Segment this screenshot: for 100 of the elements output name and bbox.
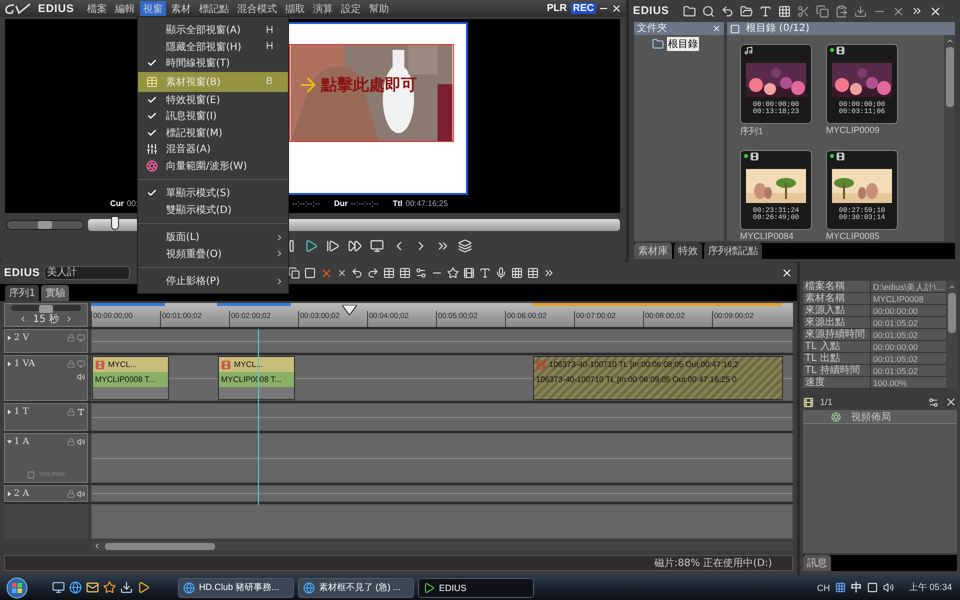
expand-icon[interactable] <box>7 408 12 414</box>
set-in-icon[interactable] <box>383 267 396 279</box>
mode-tab[interactable]: PLR <box>544 3 569 14</box>
lock-icon[interactable] <box>67 360 75 368</box>
menu-item[interactable]: 混音器(A) <box>138 141 288 158</box>
tab[interactable]: 訊息 <box>803 555 831 571</box>
settings-icon[interactable] <box>928 396 939 408</box>
menu-item[interactable]: 幫助 <box>366 0 392 16</box>
desktop-icon[interactable] <box>52 581 65 594</box>
close-icon[interactable] <box>929 4 942 18</box>
volume-icon[interactable] <box>882 582 894 593</box>
taskbar-button[interactable]: HD.Club 豬研事務... <box>178 578 294 598</box>
expand-icon[interactable] <box>7 360 12 366</box>
track-header[interactable]: 2 V <box>4 329 88 353</box>
close-icon[interactable] <box>611 3 622 14</box>
output-icon[interactable] <box>370 239 384 253</box>
menu-item[interactable]: 訊息視窗(I) <box>138 108 288 124</box>
add-icon[interactable] <box>854 4 868 18</box>
track-header[interactable]: 2 A <box>4 485 88 502</box>
speaker-icon[interactable] <box>77 372 85 380</box>
scroll-thumb[interactable] <box>105 542 215 550</box>
playhead-handle[interactable] <box>342 305 357 315</box>
tab[interactable]: 序列標記點 <box>704 243 762 259</box>
media-icon[interactable] <box>137 581 150 594</box>
menu-item[interactable]: 向量範圍/波形(W) <box>138 158 288 174</box>
menu-item[interactable]: 雙顯示模式(D) <box>138 202 288 218</box>
menu-item[interactable]: 標記點 <box>196 0 232 16</box>
fast-forward-icon[interactable] <box>348 239 362 253</box>
copy-icon[interactable] <box>288 267 300 279</box>
scale-control[interactable]: 15 秒 <box>4 303 88 327</box>
mic-icon[interactable] <box>495 267 508 279</box>
speaker-icon[interactable] <box>77 438 85 446</box>
lock-icon[interactable] <box>67 334 75 342</box>
speaker-icon[interactable] <box>77 490 85 498</box>
split-icon[interactable] <box>415 267 428 279</box>
title-icon[interactable] <box>479 267 492 279</box>
scroll-left-icon[interactable] <box>93 542 101 550</box>
menu-item[interactable]: 顯示全部視窗(A) H <box>138 22 288 38</box>
tray-icon[interactable] <box>834 582 846 593</box>
slider-thumb[interactable] <box>110 216 119 230</box>
menu-item[interactable]: 素材 <box>168 0 194 16</box>
tab[interactable]: 特效 <box>674 243 702 259</box>
up-icon[interactable] <box>721 4 734 18</box>
scroll-thumb[interactable] <box>948 293 956 333</box>
menu-item[interactable]: 視頻重疊(O) <box>138 246 288 262</box>
menu-item[interactable]: 編輯 <box>112 0 138 16</box>
mode-tab[interactable]: REC <box>570 3 596 14</box>
close-icon[interactable] <box>781 267 793 279</box>
download-icon[interactable] <box>120 581 133 594</box>
menu-item[interactable]: 標記視窗(M) <box>138 124 288 141</box>
scroll-up-icon[interactable] <box>946 37 954 45</box>
star-icon[interactable] <box>103 581 116 594</box>
video-icon[interactable] <box>77 360 85 368</box>
taskbar-button[interactable]: 素材框不見了 (急) ... <box>298 578 414 598</box>
set-out-icon[interactable] <box>399 267 412 279</box>
title-icon[interactable] <box>77 408 85 416</box>
ime-indicator[interactable]: 中 <box>850 580 862 595</box>
toggle-icon[interactable] <box>27 470 36 478</box>
lock-icon[interactable] <box>67 490 75 498</box>
sync-icon[interactable] <box>463 267 476 279</box>
tab[interactable]: 序列1 <box>5 285 40 301</box>
more-icon[interactable] <box>543 267 556 279</box>
redo-icon[interactable] <box>367 267 380 279</box>
menu-item[interactable]: 隱藏全部視窗(H) H <box>138 38 288 55</box>
play-icon[interactable] <box>304 239 318 253</box>
menu-item[interactable]: 演算 <box>310 0 336 16</box>
menu-item[interactable]: 擷取 <box>282 0 308 16</box>
menu-item[interactable]: 時間線視窗(T) <box>138 55 288 72</box>
cut-icon[interactable] <box>797 4 810 18</box>
scroll-up-icon[interactable] <box>948 283 956 291</box>
language-indicator[interactable]: CH <box>816 582 830 592</box>
search-icon[interactable] <box>702 4 716 18</box>
menu-item[interactable]: 特效視窗(E) <box>138 92 288 108</box>
timeline-clip[interactable]: 106373-40-100710 TL [In:00:06:08;05 Out:00:47:16;2 106373-40-100710 TL [In:00:06:09;05 Out:00:47:16;25 0 <box>533 356 783 400</box>
collapse-icon[interactable] <box>7 438 12 444</box>
menu-item[interactable]: 停止影格(P) <box>138 273 288 290</box>
track-header[interactable]: 1 VA <box>4 355 88 401</box>
undo-icon[interactable] <box>351 267 364 279</box>
expand-icon[interactable] <box>7 490 12 496</box>
scrollbar[interactable] <box>91 541 793 551</box>
scrollbar[interactable] <box>944 35 955 241</box>
scrollbar[interactable] <box>946 281 957 389</box>
delete-icon[interactable] <box>892 4 906 18</box>
browser-icon[interactable] <box>69 581 82 594</box>
menu-item[interactable]: 版面(L) <box>138 229 288 246</box>
step-forward-icon[interactable] <box>326 239 340 253</box>
marker-icon[interactable] <box>447 267 460 279</box>
layout-item[interactable]: 視頻佈局 <box>803 410 957 424</box>
ripple-delete-icon[interactable] <box>337 268 348 278</box>
color-bars-icon[interactable] <box>778 4 792 18</box>
taskbar-button[interactable]: EDIUS <box>418 578 534 598</box>
close-icon[interactable] <box>945 396 957 408</box>
project-field[interactable]: 美人計 <box>44 266 130 280</box>
menu-item[interactable]: 設定 <box>338 0 364 16</box>
timeline-clip[interactable]: MYCL... MYCLIP0008 T... <box>92 356 169 400</box>
scroll-thumb[interactable] <box>946 47 954 107</box>
expand-icon[interactable] <box>7 334 12 340</box>
lock-icon[interactable] <box>67 438 75 446</box>
menu-item[interactable]: 混合模式 <box>234 0 280 16</box>
title-icon[interactable] <box>759 4 772 18</box>
